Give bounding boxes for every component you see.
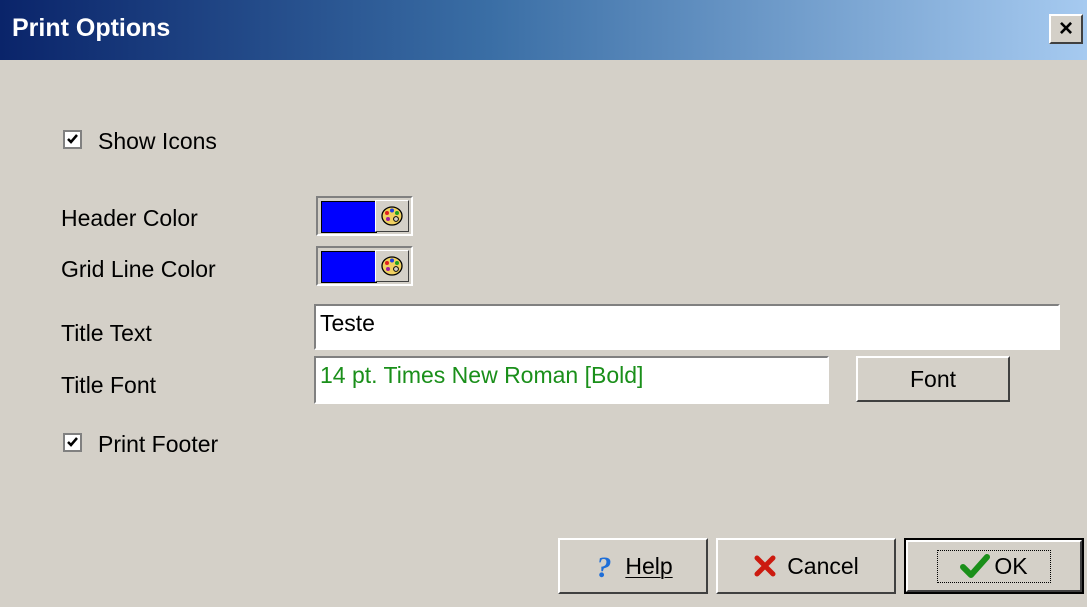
header-color-swatch (321, 201, 377, 233)
ok-button-face[interactable]: OK (906, 540, 1082, 592)
help-button[interactable]: ? Help (558, 538, 708, 594)
help-button-label: Help (625, 552, 673, 579)
print-footer-label: Print Footer (98, 431, 219, 457)
grid-line-color-picker[interactable] (316, 246, 413, 286)
close-button[interactable]: × (1049, 14, 1083, 44)
grid-line-color-swatch (321, 251, 377, 283)
title-font-label: Title Font (61, 372, 157, 398)
print-footer-checkbox[interactable] (63, 433, 82, 452)
palette-icon (381, 256, 403, 276)
focus-rect: OK (937, 549, 1051, 583)
checkmark-icon (67, 134, 78, 144)
grid-line-color-palette-button[interactable] (375, 250, 409, 282)
title-text-input[interactable]: Teste (314, 304, 1060, 350)
font-button-label: Font (909, 365, 957, 392)
close-icon: × (1058, 15, 1073, 42)
header-color-label: Header Color (61, 205, 198, 231)
checkmark-icon (67, 437, 78, 447)
header-color-palette-button[interactable] (375, 200, 409, 232)
ok-button[interactable]: OK (904, 538, 1084, 594)
header-color-picker[interactable] (316, 196, 413, 236)
title-font-display: 14 pt. Times New Roman [Bold] (314, 356, 829, 404)
palette-icon (381, 206, 403, 226)
green-checkmark-icon (960, 553, 991, 579)
red-x-icon (753, 554, 777, 578)
title-bar: Print Options × (0, 0, 1087, 60)
ok-button-label: OK (994, 552, 1028, 579)
dialog-title: Print Options (12, 14, 171, 42)
title-text-label: Title Text (61, 320, 152, 346)
question-mark-icon: ? (593, 551, 615, 581)
font-button[interactable]: Font (856, 356, 1010, 402)
show-icons-checkbox[interactable] (63, 130, 82, 149)
grid-line-color-label: Grid Line Color (61, 256, 216, 282)
svg-text:?: ? (597, 551, 612, 581)
cancel-button-label: Cancel (787, 552, 859, 579)
show-icons-label: Show Icons (98, 128, 217, 154)
cancel-button[interactable]: Cancel (716, 538, 896, 594)
